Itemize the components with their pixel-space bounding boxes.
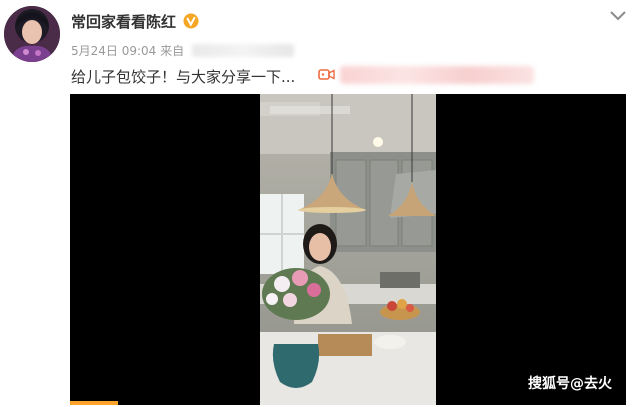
post-timestamp[interactable]: 5月24日 09:04 xyxy=(71,44,156,58)
video-player[interactable]: 搜狐号@去火 xyxy=(70,94,626,405)
post-text: 给儿子包饺子！与大家分享一下... xyxy=(71,68,296,86)
video-camera-icon[interactable] xyxy=(318,68,335,81)
source-label: 来自 xyxy=(160,44,185,58)
kitchen-scene-image xyxy=(260,94,436,405)
video-progress-bar[interactable] xyxy=(70,401,118,405)
source-redacted xyxy=(191,44,294,57)
video-frame xyxy=(260,94,436,405)
watermark: 搜狐号@去火 xyxy=(528,376,612,392)
avatar-image xyxy=(4,6,60,62)
post-meta: 5月24日 09:04 来自 xyxy=(71,42,294,59)
chevron-down-icon[interactable] xyxy=(608,8,628,22)
username[interactable]: 常回家看看陈红 xyxy=(71,11,176,32)
video-link-redacted[interactable] xyxy=(340,66,534,84)
verified-icon xyxy=(183,13,199,29)
user-avatar[interactable] xyxy=(4,6,60,62)
